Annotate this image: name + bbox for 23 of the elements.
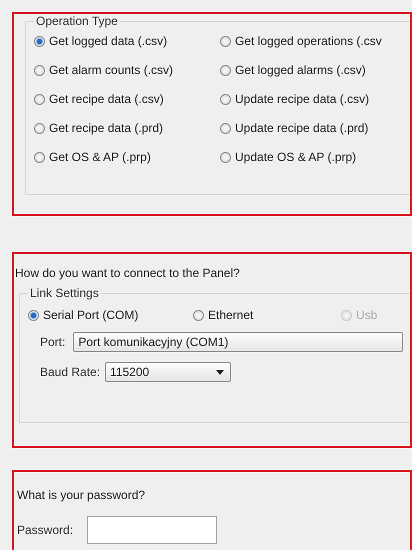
radio-button[interactable]: Get recipe data (.prd) xyxy=(34,121,220,135)
group-title: Link Settings xyxy=(29,286,100,300)
baud-rate-dropdown[interactable]: 115200 xyxy=(105,362,232,382)
radio-button[interactable]: Get alarm counts (.csv) xyxy=(34,63,220,77)
radio-button[interactable]: Update recipe data (.csv) xyxy=(220,92,410,106)
port-dropdown[interactable]: Port komunikacyjny (COM1) xyxy=(73,332,404,352)
radio-button[interactable]: Get logged data (.csv) xyxy=(34,34,220,48)
port-label: Port: xyxy=(40,335,66,349)
radio-button[interactable]: Get logged alarms (.csv) xyxy=(220,63,410,77)
group-title: Operation Type xyxy=(35,14,119,28)
radio-button[interactable]: Ethernet xyxy=(193,308,341,322)
radio-button[interactable]: Serial Port (COM) xyxy=(28,308,193,322)
baud-rate-label: Baud Rate: xyxy=(40,365,100,379)
connection-question: How do you want to connect to the Panel? xyxy=(14,265,241,282)
radio-button[interactable]: Get OS & AP (.prp) xyxy=(34,150,220,164)
radio-button[interactable]: Get recipe data (.csv) xyxy=(34,92,220,106)
password-label: Password: xyxy=(17,523,74,537)
radio-button[interactable]: Get logged operations (.csv xyxy=(220,34,410,48)
password-field[interactable] xyxy=(87,516,218,544)
dropdown-arrow-icon xyxy=(216,370,224,374)
radio-button[interactable]: Update OS & AP (.prp) xyxy=(220,150,410,164)
radio-button[interactable]: Update recipe data (.prd) xyxy=(220,121,410,135)
password-question: What is your password? xyxy=(16,487,146,502)
